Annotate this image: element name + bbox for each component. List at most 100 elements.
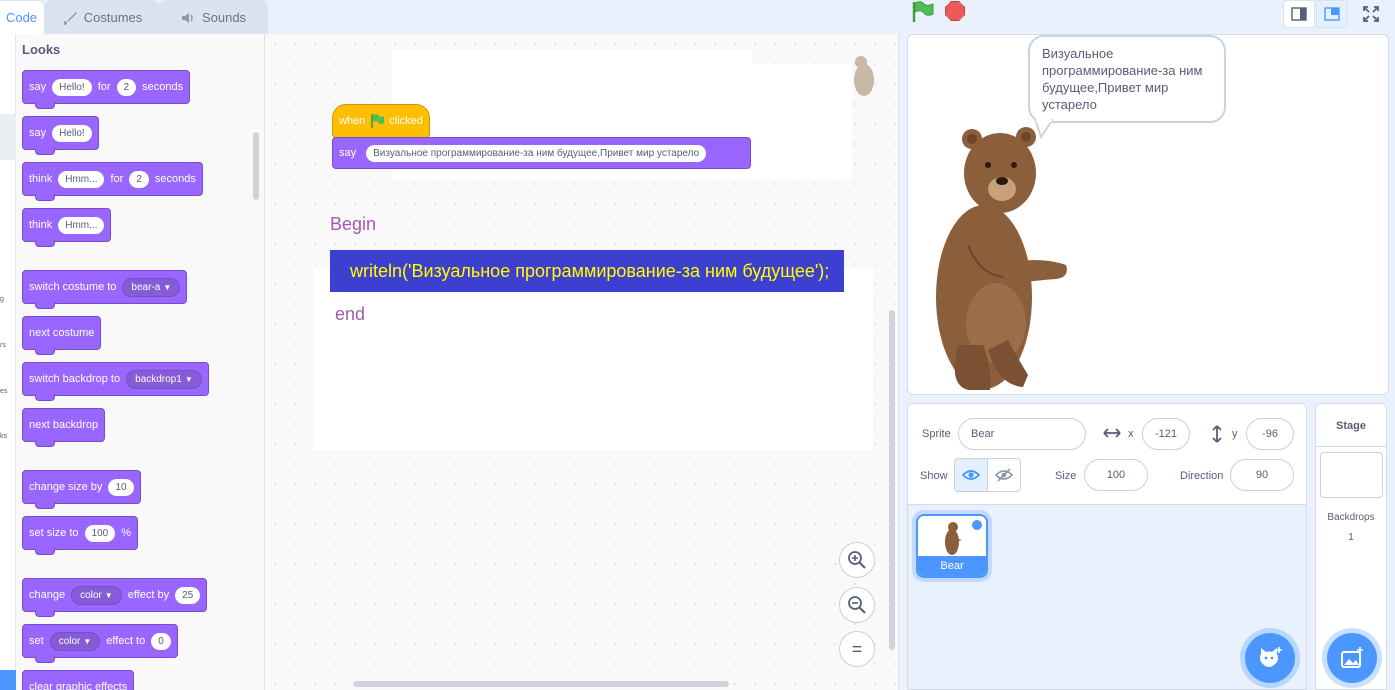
block-input[interactable]: 2 xyxy=(116,78,137,96)
block-text: switch backdrop to xyxy=(29,373,121,385)
size-input[interactable]: 100 xyxy=(1084,459,1148,491)
bear-sprite[interactable] xyxy=(928,115,1078,395)
stage-panel[interactable]: Stage Backdrops 1 xyxy=(1315,403,1387,690)
stage-panel-title: Stage xyxy=(1336,420,1366,432)
block-input[interactable]: Hmm... xyxy=(58,216,105,234)
pascal-end: end xyxy=(335,304,366,324)
block-next-costume[interactable]: next costume xyxy=(22,316,102,355)
cat-plus-icon xyxy=(1260,647,1282,667)
caret-down-icon: ▼ xyxy=(163,282,172,292)
block-next-backdrop[interactable]: next backdrop xyxy=(22,408,106,447)
zoom-reset-button[interactable]: = xyxy=(839,631,875,667)
sprite-info-header: Sprite Bear x -121 y -96 Show Size 100 D… xyxy=(908,404,1306,505)
block-input[interactable]: 0 xyxy=(151,632,171,650)
block-text: think xyxy=(29,219,53,231)
block-change-size[interactable]: change size by 10 xyxy=(22,470,141,509)
zoom-in-button[interactable] xyxy=(839,542,875,578)
block-input[interactable]: Hello! xyxy=(52,78,92,96)
tab-code[interactable]: Code xyxy=(0,0,45,34)
block-text: switch costume to xyxy=(29,281,117,293)
block-clear-effects[interactable]: clear graphic effects xyxy=(22,670,135,690)
block-text: change size by xyxy=(29,481,103,493)
block-set-size[interactable]: set size to 100 % xyxy=(22,516,138,555)
tab-sounds[interactable]: Sounds xyxy=(158,0,268,34)
block-text: set xyxy=(29,635,44,647)
vertical-arrows-icon xyxy=(1212,425,1222,443)
palette-scrollbar[interactable] xyxy=(253,132,259,200)
backdrop-dropdown[interactable]: backdrop1 ▼ xyxy=(126,369,202,389)
effect-dropdown[interactable]: color ▼ xyxy=(49,631,101,651)
block-switch-costume[interactable]: switch costume to bear-a ▼ xyxy=(22,270,188,309)
sprite-label: Sprite xyxy=(922,428,951,440)
say-text-input[interactable]: Визуальное программирование-за ним будущ… xyxy=(366,144,707,162)
palette-category-title: Looks xyxy=(22,42,61,57)
block-think[interactable]: think Hmm... xyxy=(22,208,112,247)
fullscreen-button[interactable] xyxy=(1355,0,1387,28)
dropdown-value: color xyxy=(80,589,102,601)
green-flag-button[interactable] xyxy=(910,0,936,24)
horizontal-arrows-icon xyxy=(1103,428,1121,438)
show-sprite-button[interactable] xyxy=(954,458,988,492)
sprite-thumbnail-bear[interactable]: Bear xyxy=(916,514,988,578)
direction-input[interactable]: 90 xyxy=(1230,459,1294,491)
category-label[interactable]: rs xyxy=(0,342,6,349)
costume-dropdown[interactable]: bear-a ▼ xyxy=(122,277,181,297)
tab-costumes[interactable]: Costumes xyxy=(44,0,160,34)
block-text: say xyxy=(339,147,357,159)
y-position-input[interactable]: -96 xyxy=(1246,418,1294,450)
when-flag-clicked-block[interactable]: when clicked xyxy=(332,91,430,138)
delete-sprite-button[interactable] xyxy=(970,518,984,532)
block-text: change xyxy=(29,589,66,601)
choose-backdrop-button[interactable] xyxy=(1327,633,1377,683)
dropdown-value: backdrop1 xyxy=(135,373,182,385)
block-input[interactable]: Hello! xyxy=(52,124,92,142)
editor-tabs: Costumes Sounds Code xyxy=(0,0,270,34)
stage-canvas[interactable]: Визуальное программирование-за ним будущ… xyxy=(907,34,1389,395)
category-menu: g rs es ks xyxy=(0,34,16,690)
stop-button[interactable] xyxy=(945,1,965,21)
script-horizontal-scrollbar[interactable] xyxy=(353,681,729,687)
pascal-begin: Begin xyxy=(330,214,377,234)
dropdown-value: color xyxy=(58,635,81,647)
block-input[interactable]: Hmm... xyxy=(58,170,105,188)
block-text: set size to xyxy=(29,527,79,539)
category-label[interactable]: g xyxy=(0,296,4,303)
block-input[interactable]: 100 xyxy=(84,524,116,542)
divider xyxy=(1316,446,1386,447)
bear-thumbnail-icon xyxy=(945,522,962,555)
effect-dropdown[interactable]: color ▼ xyxy=(71,585,122,605)
block-say-for-secs[interactable]: say Hello! for 2 seconds xyxy=(22,70,191,109)
say-block[interactable]: say Визуальное программирование-за ним б… xyxy=(332,137,751,169)
choose-sprite-button[interactable] xyxy=(1245,633,1295,683)
block-say[interactable]: say Hello! xyxy=(22,116,99,155)
script-area[interactable]: when clicked say Визуальное программиров… xyxy=(265,34,899,690)
category-label[interactable]: es xyxy=(0,388,7,395)
x-label: x xyxy=(1128,428,1134,440)
block-text: say xyxy=(29,127,47,139)
category-label[interactable]: ks xyxy=(0,433,7,440)
green-flag-icon xyxy=(371,114,385,128)
category-looks-selected[interactable] xyxy=(0,114,16,160)
sprite-name-input[interactable]: Bear xyxy=(958,418,1086,450)
x-position-input[interactable]: -121 xyxy=(1142,418,1190,450)
block-input[interactable]: 2 xyxy=(129,170,149,188)
normal-stage-button[interactable] xyxy=(1316,0,1348,28)
zoom-out-button[interactable] xyxy=(839,587,875,623)
hide-sprite-button[interactable] xyxy=(987,458,1021,492)
backdrops-label: Backdrops xyxy=(1327,512,1375,523)
block-input[interactable]: 10 xyxy=(108,478,134,496)
block-think-for-secs[interactable]: think Hmm... for 2 seconds xyxy=(22,162,203,201)
backdrop-thumbnail[interactable] xyxy=(1320,452,1383,498)
block-change-effect[interactable]: change color ▼ effect by 25 xyxy=(22,578,208,617)
script-vertical-scrollbar[interactable] xyxy=(889,310,895,650)
block-switch-backdrop[interactable]: switch backdrop to backdrop1 ▼ xyxy=(22,362,209,401)
caret-down-icon: ▼ xyxy=(184,374,193,384)
block-input[interactable]: 25 xyxy=(175,586,201,604)
block-text: for xyxy=(97,81,111,93)
add-extension-button[interactable] xyxy=(0,670,16,690)
small-stage-button[interactable] xyxy=(1283,0,1315,28)
block-set-effect[interactable]: set color ▼ effect to 0 xyxy=(22,624,178,663)
small-stage-icon xyxy=(1291,7,1307,21)
block-text: % xyxy=(121,527,131,539)
block-text: seconds xyxy=(154,173,196,185)
